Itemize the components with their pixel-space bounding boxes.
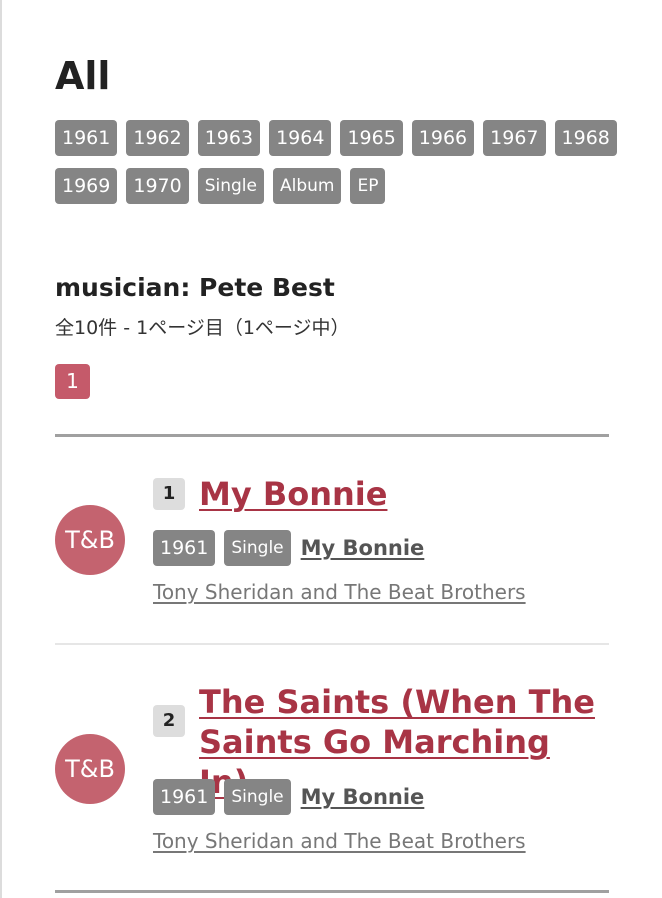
list-bottom-divider xyxy=(55,890,609,893)
track-meta: 1961 Single My Bonnie xyxy=(153,530,424,566)
type-tag[interactable]: Single xyxy=(224,530,291,566)
artist-link[interactable]: Tony Sheridan and The Beat Brothers xyxy=(153,580,526,604)
track-title-link[interactable]: My Bonnie xyxy=(199,474,609,514)
filter-tags: 1961 1962 1963 1964 1965 1966 1967 1968 … xyxy=(55,120,617,216)
track-meta: 1961 Single My Bonnie xyxy=(153,779,424,815)
artist-link[interactable]: Tony Sheridan and The Beat Brothers xyxy=(153,829,526,853)
pagination: 1 xyxy=(55,364,90,399)
track-info: 1 My Bonnie 1961 Single My Bonnie Tony S… xyxy=(153,474,609,604)
filter-tag-ep[interactable]: EP xyxy=(350,168,386,204)
left-border xyxy=(0,0,2,898)
filter-tag-1968[interactable]: 1968 xyxy=(554,120,617,156)
page-button-current[interactable]: 1 xyxy=(55,364,90,399)
filter-tag-album[interactable]: Album xyxy=(272,168,342,204)
filter-row-1: 1961 1962 1963 1964 1965 1966 1967 1968 xyxy=(55,120,617,156)
filter-tag-1965[interactable]: 1965 xyxy=(340,120,403,156)
filter-tag-1970[interactable]: 1970 xyxy=(126,168,189,204)
list-top-divider xyxy=(55,434,609,437)
track-header: 1 My Bonnie xyxy=(153,474,609,514)
track-number-badge: 2 xyxy=(153,705,185,737)
filter-row-2: 1969 1970 Single Album EP xyxy=(55,168,595,204)
filter-tag-1966[interactable]: 1966 xyxy=(411,120,475,156)
artist-avatar[interactable]: T&B xyxy=(55,505,125,575)
track-number-badge: 1 xyxy=(153,478,185,510)
year-tag[interactable]: 1961 xyxy=(153,530,216,566)
album-link[interactable]: My Bonnie xyxy=(301,785,425,809)
page-title: All xyxy=(55,54,111,98)
filter-tag-1967[interactable]: 1967 xyxy=(483,120,546,156)
filter-tag-1961[interactable]: 1961 xyxy=(55,120,118,156)
track-info: 2 The Saints (When The Saints Go Marchin… xyxy=(153,682,609,853)
artist-avatar[interactable]: T&B xyxy=(55,734,125,804)
filter-tag-1962[interactable]: 1962 xyxy=(126,120,189,156)
filter-tag-single[interactable]: Single xyxy=(197,168,264,204)
type-tag[interactable]: Single xyxy=(224,779,291,815)
musician-heading: musician: Pete Best xyxy=(55,273,335,302)
album-link[interactable]: My Bonnie xyxy=(301,536,425,560)
year-tag[interactable]: 1961 xyxy=(153,779,216,815)
filter-tag-1964[interactable]: 1964 xyxy=(269,120,332,156)
filter-tag-1969[interactable]: 1969 xyxy=(55,168,118,204)
result-summary: 全10件 - 1ページ目（1ページ中） xyxy=(55,317,350,339)
list-item-divider xyxy=(55,643,609,645)
filter-tag-1963[interactable]: 1963 xyxy=(197,120,261,156)
